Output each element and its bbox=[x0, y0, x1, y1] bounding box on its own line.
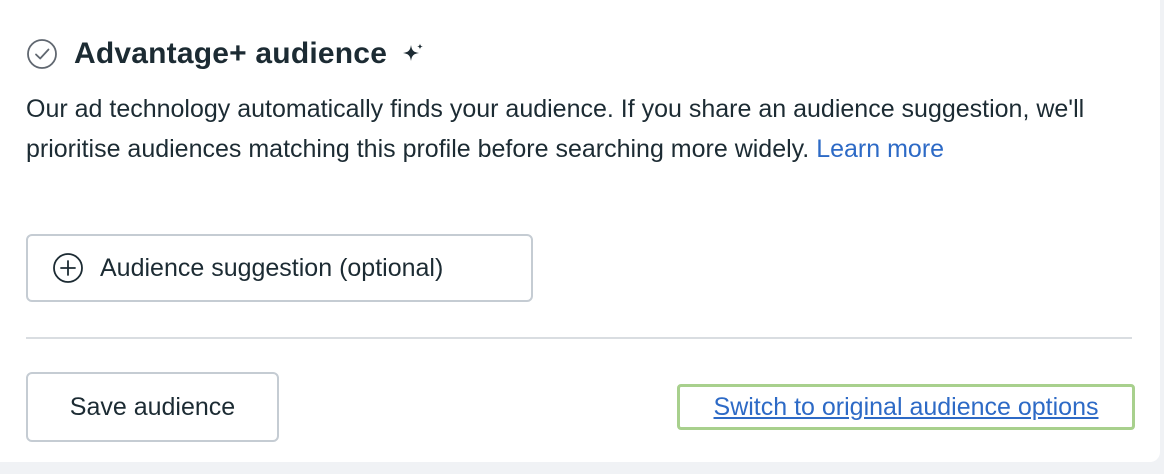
section-header: Advantage+ audience bbox=[26, 36, 425, 72]
advantage-audience-card: Advantage+ audience Our ad technology au… bbox=[0, 0, 1160, 462]
save-audience-button[interactable]: Save audience bbox=[26, 372, 279, 442]
switch-link-focus-ring: Switch to original audience options bbox=[677, 384, 1135, 430]
learn-more-link[interactable]: Learn more bbox=[816, 135, 944, 163]
plus-circle-icon bbox=[52, 252, 84, 284]
sparkle-icon bbox=[401, 42, 425, 66]
section-title: Advantage+ audience bbox=[74, 37, 388, 70]
check-circle-icon bbox=[26, 38, 58, 70]
audience-suggestion-label: Audience suggestion (optional) bbox=[100, 253, 444, 282]
switch-to-original-audience-link[interactable]: Switch to original audience options bbox=[714, 393, 1099, 422]
section-divider bbox=[26, 337, 1132, 339]
audience-suggestion-button[interactable]: Audience suggestion (optional) bbox=[26, 234, 533, 302]
section-description: Our ad technology automatically finds yo… bbox=[26, 89, 1116, 169]
